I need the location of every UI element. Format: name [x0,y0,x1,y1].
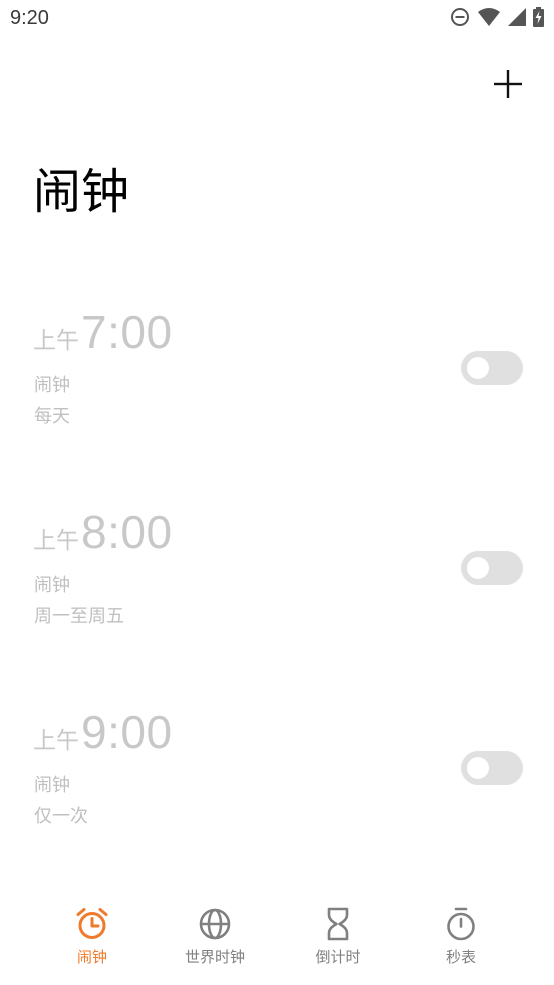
alarm-label: 闹钟 [34,575,70,596]
globe-icon [196,905,234,943]
alarm-time-row: 上午 7:00 [33,305,173,359]
wifi-icon [477,7,501,31]
alarm-item[interactable]: 上午 7:00 闹钟 每天 [0,305,554,455]
alarm-repeat: 仅一次 [34,806,88,827]
signal-icon [508,7,526,31]
toggle-knob [467,557,489,579]
nav-label: 倒计时 [315,948,361,966]
alarm-toggle[interactable] [461,351,523,385]
do-not-disturb-icon [450,7,470,31]
alarm-toggle[interactable] [461,751,523,785]
nav-label: 秒表 [445,948,476,966]
status-icons [450,7,544,31]
alarm-repeat: 每天 [34,406,70,427]
nav-label: 世界时钟 [184,948,245,966]
bottom-nav: 闹钟 世界时钟 倒计时 秒表 [0,895,554,985]
status-bar: 9:20 [0,0,554,38]
alarm-time: 8:00 [81,506,173,558]
nav-item-stopwatch[interactable]: 秒表 [406,895,516,975]
alarm-label: 闹钟 [34,375,70,396]
alarm-time: 7:00 [81,306,173,358]
hourglass-icon [319,905,357,943]
toggle-knob [467,757,489,779]
toggle-knob [467,357,489,379]
alarm-item[interactable]: 上午 9:00 闹钟 仅一次 [0,705,554,855]
nav-item-alarm[interactable]: 闹钟 [37,895,147,975]
nav-item-timer[interactable]: 倒计时 [283,895,393,975]
stopwatch-icon [442,905,480,943]
alarm-time-row: 上午 8:00 [33,505,173,559]
alarm-time: 9:00 [81,706,173,758]
nav-label: 闹钟 [76,948,107,966]
status-time: 9:20 [10,7,49,29]
alarm-clock-icon [73,905,111,943]
alarm-toggle[interactable] [461,551,523,585]
plus-icon [493,69,523,103]
alarm-label: 闹钟 [34,775,70,796]
alarm-ampm: 上午 [33,728,79,754]
add-alarm-button[interactable] [490,68,526,104]
alarm-time-row: 上午 9:00 [33,705,173,759]
alarm-screen: 9:20 闹钟 上午 7:00 闹钟 每天 上午 8:00 闹钟 周一至周五 上… [0,0,554,985]
nav-item-world-clock[interactable]: 世界时钟 [160,895,270,975]
alarm-item[interactable]: 上午 8:00 闹钟 周一至周五 [0,505,554,655]
alarm-ampm: 上午 [33,328,79,354]
alarm-ampm: 上午 [33,528,79,554]
alarm-repeat: 周一至周五 [34,606,124,627]
battery-charging-icon [533,7,544,31]
page-title: 闹钟 [33,164,130,220]
